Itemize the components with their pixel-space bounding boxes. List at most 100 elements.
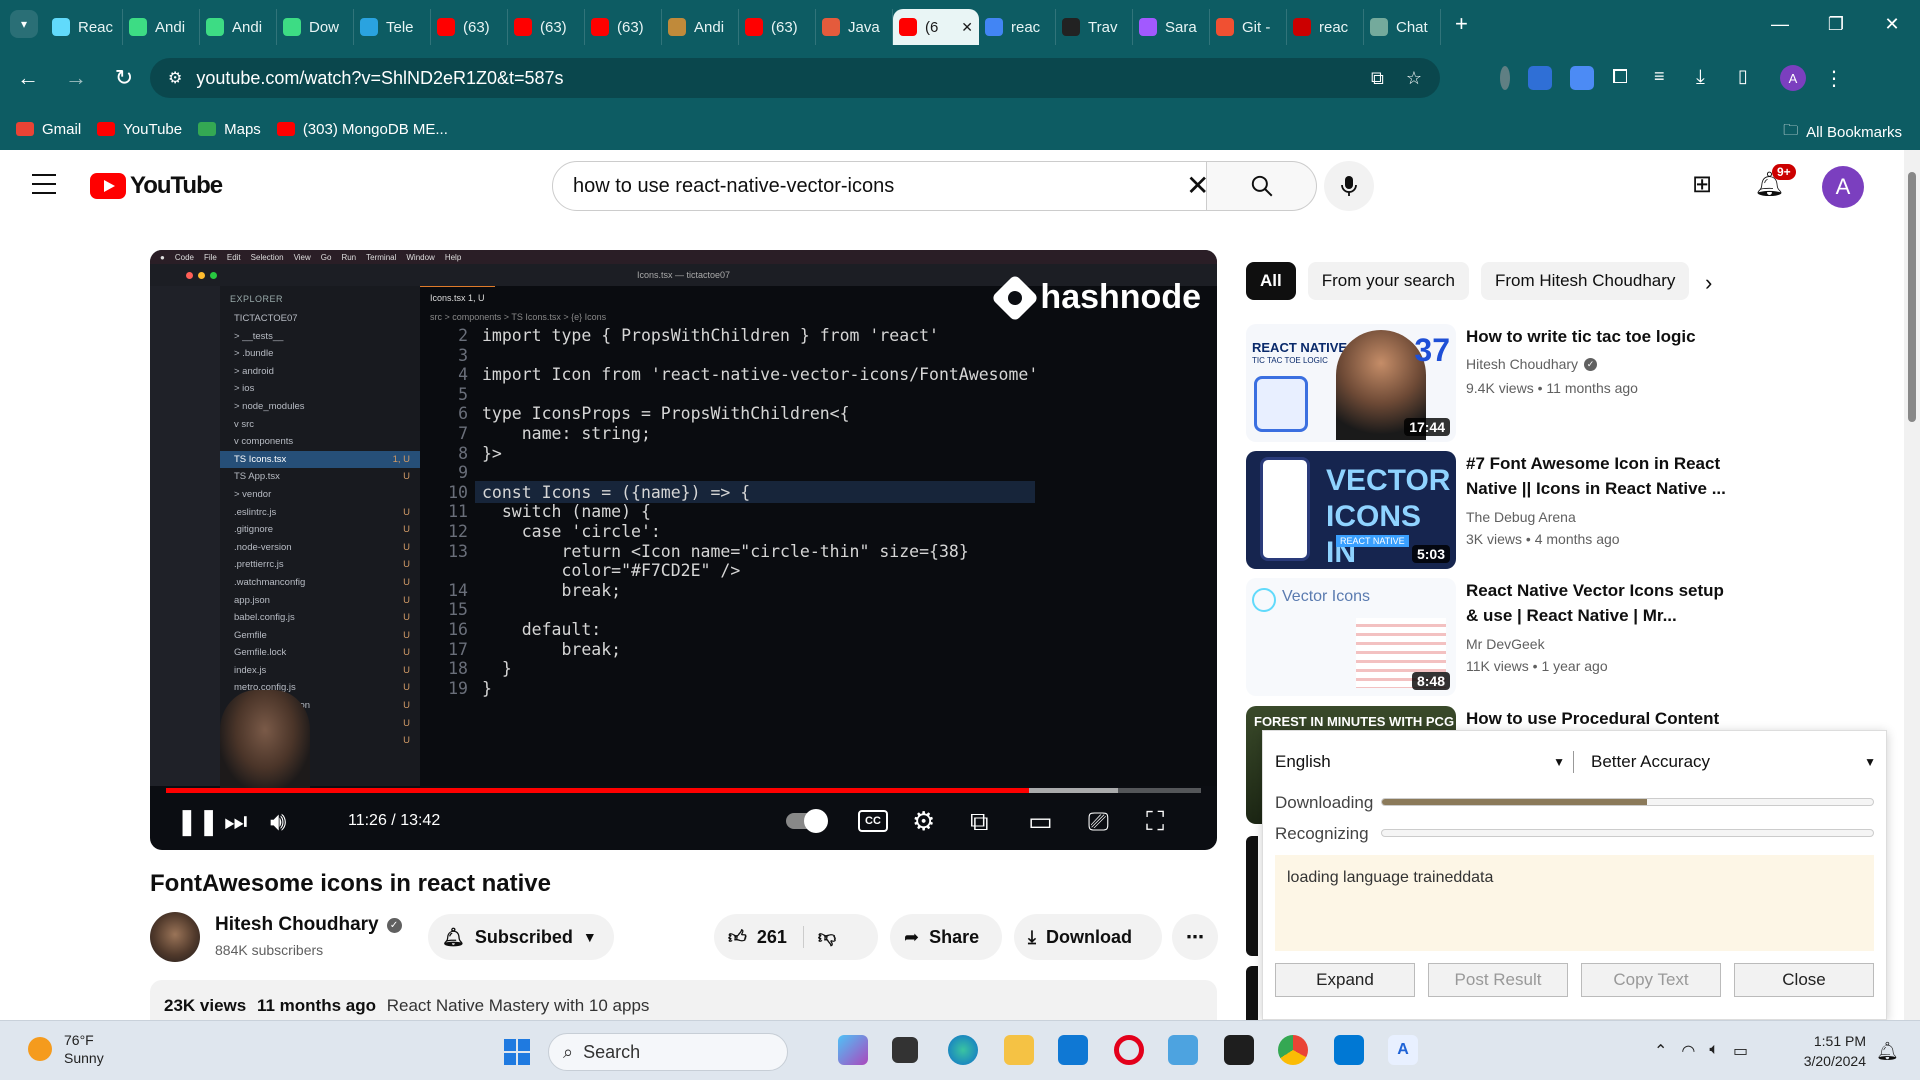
close-window-icon[interactable]: ✕ <box>1864 0 1920 48</box>
browser-tab[interactable]: (63) <box>431 9 508 45</box>
more-actions-button[interactable]: ⋯ <box>1172 914 1218 960</box>
opera-icon[interactable] <box>1114 1035 1144 1065</box>
cast-icon[interactable]: ⎚ <box>1088 806 1109 838</box>
browser-tab[interactable]: Andi <box>200 9 277 45</box>
search-input[interactable]: how to use react-native-vector-icons <box>552 161 1207 211</box>
browser-menu-icon[interactable]: ⋮ <box>1824 66 1844 91</box>
close-tab-icon[interactable]: ✕ <box>961 19 973 36</box>
download-button[interactable]: ⤓ Download <box>1014 914 1162 960</box>
translate-extension-icon[interactable] <box>1570 66 1594 90</box>
address-bar[interactable]: ⚙ youtube.com/watch?v=ShlND2eR1Z0&t=587s… <box>150 58 1440 98</box>
theater-mode-icon[interactable]: ▭ <box>1028 806 1053 837</box>
create-video-icon[interactable]: ⊞ <box>1692 170 1712 199</box>
bookmark-star-icon[interactable]: ☆ <box>1406 68 1422 89</box>
recommendation-item[interactable]: REACT NATIVE TIC TAC TOE LOGIC 37 17:44 … <box>1246 324 1886 442</box>
profile-avatar[interactable]: A <box>1780 65 1806 91</box>
recommendation-item[interactable]: VECTOR ICONS IN REACT NATIVE 5:03 #7 Fon… <box>1246 451 1886 569</box>
recommendation-channel[interactable]: Mr DevGeek <box>1466 636 1545 652</box>
site-info-icon[interactable]: ⚙ <box>168 68 182 88</box>
back-arrow-icon[interactable]: ← <box>8 58 48 98</box>
notification-center-icon[interactable]: 🔔︎ <box>1876 1041 1899 1062</box>
browser-tab[interactable]: Andi <box>123 9 200 45</box>
bookmark-item[interactable]: Maps <box>198 121 261 138</box>
task-view-icon[interactable] <box>892 1037 918 1063</box>
clear-search-icon[interactable]: ✕ <box>1186 172 1209 200</box>
forward-arrow-icon[interactable]: → <box>56 58 96 98</box>
downloads-icon[interactable]: ⤓ <box>1696 66 1720 90</box>
like-button[interactable]: 👍︎ 261 <box>728 926 804 948</box>
recommendation-title[interactable]: How to use Procedural Content <box>1466 706 1726 731</box>
recommendation-title[interactable]: How to write tic tac toe logic <box>1466 324 1726 349</box>
tab-search-chevron-icon[interactable]: ▾ <box>10 10 38 38</box>
all-bookmarks-button[interactable]: 🗀 All Bookmarks <box>1783 120 1902 145</box>
windows-start-icon[interactable] <box>504 1039 530 1065</box>
channel-name[interactable]: Hitesh Choudhary ✓ <box>215 914 402 936</box>
bookmark-item[interactable]: YouTube <box>97 121 182 138</box>
bookmark-item[interactable]: Gmail <box>16 121 81 138</box>
wifi-icon[interactable]: ◠ <box>1681 1041 1695 1061</box>
maximize-icon[interactable]: ❐ <box>1808 0 1864 48</box>
pause-icon[interactable]: ❚❚ <box>176 806 220 837</box>
dislike-button[interactable]: 👎︎ <box>804 926 836 948</box>
filter-chip[interactable]: From Hitesh Choudhary <box>1480 262 1690 300</box>
youtube-logo[interactable]: YouTube <box>90 172 223 200</box>
fullscreen-icon[interactable]: ⛶ <box>1146 806 1164 838</box>
video-player[interactable]: ● Code File Edit Selection View Go Run Terminal W… <box>150 250 1217 850</box>
miniplayer-icon[interactable]: ⧉ <box>970 806 989 838</box>
chevron-right-icon[interactable]: › <box>1705 270 1712 296</box>
autoplay-toggle[interactable] <box>786 809 828 833</box>
search-button[interactable] <box>1207 161 1317 211</box>
bookmark-item[interactable]: (303) MongoDB ME... <box>276 121 448 138</box>
language-select[interactable]: English ▼ <box>1275 747 1565 777</box>
taskbar-search[interactable]: ⌕ Search <box>548 1033 788 1071</box>
app-a-icon[interactable]: A <box>1388 1035 1418 1065</box>
captions-icon[interactable]: CC <box>858 810 888 832</box>
speaker-icon[interactable]: 🔈︎ <box>1709 1041 1719 1061</box>
new-tab-plus-icon[interactable]: + <box>1455 11 1468 37</box>
extension-fi-icon[interactable] <box>1528 66 1552 90</box>
minimize-icon[interactable]: — <box>1752 0 1808 48</box>
browser-tab[interactable]: Trav <box>1056 9 1133 45</box>
accuracy-select[interactable]: Better Accuracy ▼ <box>1591 747 1876 777</box>
battery-icon[interactable]: ▭ <box>1733 1041 1748 1061</box>
recommendation-title[interactable]: React Native Vector Icons setup & use | … <box>1466 578 1726 628</box>
terminal-icon[interactable] <box>1224 1035 1254 1065</box>
edge-browser-icon[interactable] <box>948 1035 978 1065</box>
account-avatar[interactable]: A <box>1822 166 1864 208</box>
share-button[interactable]: ➦ Share <box>890 914 1002 960</box>
settings-gear-icon[interactable]: ⚙ <box>912 806 935 837</box>
channel-avatar[interactable] <box>150 912 200 962</box>
install-app-icon[interactable]: ⧉ <box>1371 68 1384 89</box>
browser-tab[interactable]: (63) <box>585 9 662 45</box>
browser-tab[interactable]: reac <box>979 9 1056 45</box>
expand-button[interactable]: Expand <box>1275 963 1415 997</box>
tray-overflow-chevron-icon[interactable]: ⌃ <box>1654 1041 1667 1061</box>
recommendation-title[interactable]: #7 Font Awesome Icon in React Native || … <box>1466 451 1726 501</box>
subscribed-button[interactable]: 🔔︎ Subscribed ▼ <box>428 914 614 960</box>
vscode-icon[interactable] <box>1334 1035 1364 1065</box>
reading-list-icon[interactable]: ≡ <box>1654 66 1678 90</box>
browser-tab[interactable]: Sara <box>1133 9 1210 45</box>
browser-tab[interactable]: Git - <box>1210 9 1287 45</box>
reload-icon[interactable]: ↻ <box>104 58 144 98</box>
browser-tab[interactable]: Andi <box>662 9 739 45</box>
playlist-link[interactable]: React Native Mastery with 10 apps <box>387 996 650 1015</box>
close-button[interactable]: Close <box>1734 963 1874 997</box>
control-panel-icon[interactable] <box>1168 1035 1198 1065</box>
voice-search-button[interactable] <box>1324 161 1374 211</box>
ocr-output[interactable]: loading language traineddata <box>1275 855 1874 951</box>
browser-tab[interactable]: Chat <box>1364 9 1441 45</box>
weather-widget[interactable]: 76°F Sunny <box>28 1031 104 1067</box>
taskbar-clock[interactable]: 1:51 PM 3/20/2024 <box>1796 1031 1866 1071</box>
chrome-icon[interactable] <box>1278 1035 1308 1065</box>
recommendation-channel[interactable]: Hitesh Choudhary ✓ <box>1466 356 1598 372</box>
filter-chip[interactable]: From your search <box>1307 262 1469 300</box>
browser-tab[interactable]: Java <box>816 9 893 45</box>
recommendation-channel[interactable]: The Debug Arena <box>1466 509 1576 525</box>
browser-tab[interactable]: (63) <box>739 9 816 45</box>
video-progress-bar[interactable] <box>166 788 1201 793</box>
side-panel-icon[interactable]: ▯ <box>1738 66 1762 90</box>
copy-text-button[interactable]: Copy Text <box>1581 963 1721 997</box>
copilot-icon[interactable] <box>838 1035 868 1065</box>
browser-tab[interactable]: Tele <box>354 9 431 45</box>
